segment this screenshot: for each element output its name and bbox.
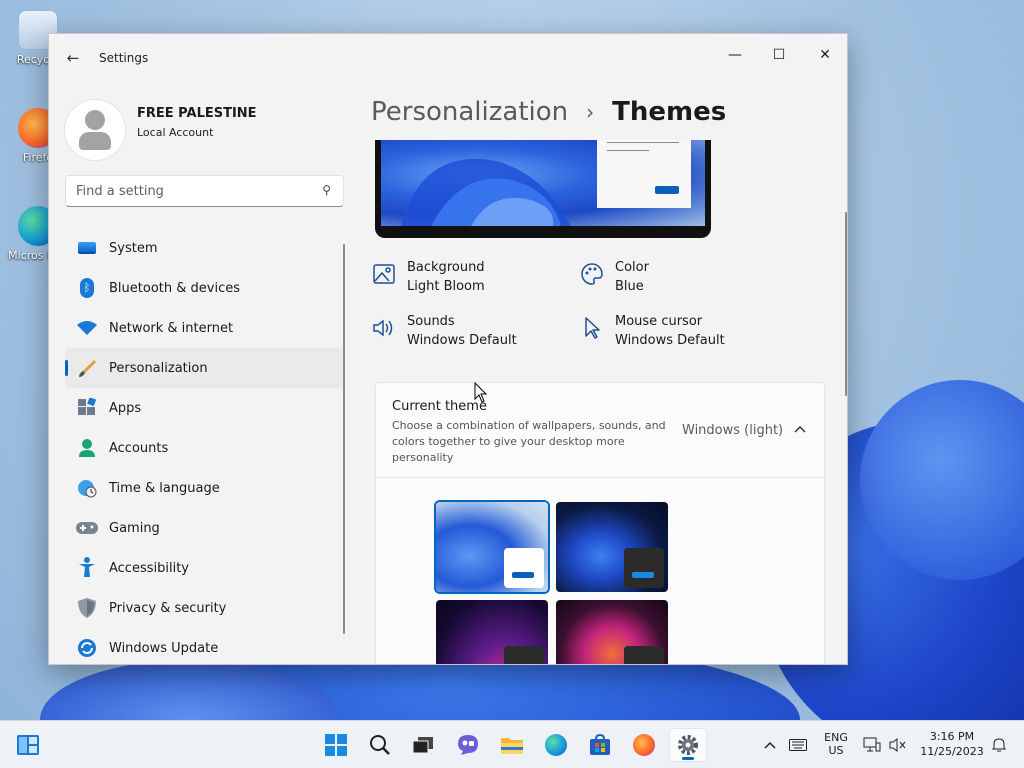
- app-title: Settings: [99, 51, 149, 65]
- edge-button[interactable]: [538, 729, 574, 761]
- sidebar-item-apps[interactable]: Apps: [65, 388, 343, 428]
- widgets-icon: [17, 735, 39, 755]
- speaker-icon: [373, 319, 393, 337]
- breadcrumb: Personalization › Themes: [371, 92, 726, 132]
- sidebar-item-system[interactable]: System: [65, 228, 343, 268]
- theme-thumbnail-windows-dark[interactable]: [556, 502, 668, 592]
- sidebar-item-accessibility[interactable]: Accessibility: [65, 548, 343, 588]
- firefox-icon: [633, 734, 655, 756]
- settings-taskbar-button[interactable]: [670, 729, 706, 761]
- touch-keyboard-button[interactable]: [780, 729, 816, 761]
- task-view-button[interactable]: [405, 729, 441, 761]
- minimize-button[interactable]: —: [713, 40, 757, 70]
- sidebar-scrollbar[interactable]: [343, 244, 345, 634]
- sidebar-item-time-language[interactable]: Time & language: [65, 468, 343, 508]
- gamepad-icon: [76, 522, 98, 534]
- clock[interactable]: 3:16 PM 11/25/2023: [914, 729, 990, 759]
- sidebar-item-network[interactable]: Network & internet: [65, 308, 343, 348]
- user-name: FREE PALESTINE: [137, 106, 257, 121]
- notifications-button[interactable]: [984, 729, 1014, 761]
- maximize-button[interactable]: ☐: [757, 40, 801, 70]
- sidebar-nav: System ᛒ Bluetooth & devices Network & i…: [65, 228, 343, 664]
- chat-button[interactable]: [450, 729, 486, 761]
- keyboard-icon: [789, 739, 807, 751]
- image-icon: [373, 264, 395, 284]
- apps-icon: [78, 398, 97, 415]
- task-view-icon: [412, 737, 433, 754]
- search-box[interactable]: ⚲: [65, 175, 344, 207]
- mouse-cursor-icon: [474, 382, 488, 403]
- preview-window: [597, 140, 691, 208]
- chevron-up-icon[interactable]: [790, 419, 810, 439]
- avatar: [65, 100, 125, 160]
- start-button[interactable]: [318, 729, 354, 761]
- theme-thumbnail-captured-motion[interactable]: [556, 600, 668, 664]
- sidebar-item-gaming[interactable]: Gaming: [65, 508, 343, 548]
- theme-gallery: [375, 478, 825, 664]
- network-icon: [863, 737, 881, 752]
- notification-bell-icon: [991, 738, 1007, 752]
- sidebar-item-privacy[interactable]: Privacy & security: [65, 588, 343, 628]
- chat-icon: [458, 735, 478, 755]
- firefox-button[interactable]: [626, 729, 662, 761]
- back-button[interactable]: ←: [59, 46, 87, 70]
- content-scrollbar[interactable]: [845, 212, 847, 396]
- sidebar-item-windows-update[interactable]: Windows Update: [65, 628, 343, 664]
- store-icon: [590, 734, 610, 755]
- search-button[interactable]: [362, 729, 398, 761]
- arrow-left-icon: ←: [66, 49, 80, 67]
- taskbar: ENG US 3:16 PM 11/25/2023: [0, 720, 1024, 768]
- close-button[interactable]: ✕: [803, 40, 847, 70]
- palette-icon: [581, 263, 603, 285]
- background-setting[interactable]: Background Light Bloom: [371, 260, 571, 304]
- theme-thumbnail-glow[interactable]: [436, 600, 548, 664]
- sidebar-item-bluetooth[interactable]: ᛒ Bluetooth & devices: [65, 268, 343, 308]
- windows-logo-icon: [325, 734, 347, 756]
- page-title: Themes: [612, 97, 727, 127]
- folder-icon: [501, 738, 523, 754]
- account-type: Local Account: [137, 126, 214, 139]
- chevron-up-icon: [764, 741, 776, 749]
- search-icon[interactable]: ⚲: [322, 183, 331, 197]
- title-bar: ← Settings — ☐ ✕: [49, 34, 847, 82]
- bluetooth-icon: ᛒ: [80, 278, 94, 298]
- current-theme-value: Windows (light): [682, 423, 784, 438]
- accessibility-icon: [79, 557, 95, 577]
- update-icon: [78, 639, 96, 657]
- widgets-button[interactable]: [10, 729, 46, 761]
- sounds-setting[interactable]: Sounds Windows Default: [371, 314, 571, 358]
- breadcrumb-parent[interactable]: Personalization: [371, 97, 568, 127]
- current-theme-card[interactable]: Current theme Choose a combination of wa…: [375, 382, 825, 478]
- theme-thumbnail-windows-light[interactable]: [436, 502, 548, 592]
- input-language-indicator[interactable]: ENG US: [818, 731, 854, 757]
- gear-icon: [678, 735, 698, 755]
- edge-icon: [545, 734, 567, 756]
- mouse-pointer-icon: [585, 317, 600, 339]
- brush-icon: [79, 360, 96, 377]
- mouse-cursor-setting[interactable]: Mouse cursor Windows Default: [579, 314, 779, 358]
- profile-card[interactable]: FREE PALESTINE Local Account: [65, 98, 345, 162]
- breadcrumb-separator: ›: [586, 100, 595, 124]
- file-explorer-button[interactable]: [494, 729, 530, 761]
- person-icon: [79, 439, 95, 457]
- store-button[interactable]: [582, 729, 618, 761]
- search-input[interactable]: [76, 182, 306, 200]
- search-icon: [370, 735, 390, 755]
- theme-preview: [375, 140, 711, 238]
- themes-content: Background Light Bloom Color Blue Sounds…: [371, 140, 831, 664]
- shield-icon: [78, 598, 96, 618]
- wifi-icon: [77, 321, 97, 335]
- volume-muted-icon: [889, 738, 906, 752]
- system-icon: [78, 242, 96, 254]
- color-setting[interactable]: Color Blue: [579, 260, 779, 304]
- globe-clock-icon: [78, 480, 97, 498]
- sidebar-item-personalization[interactable]: Personalization: [65, 348, 343, 388]
- volume-button[interactable]: [882, 729, 914, 761]
- sidebar-item-accounts[interactable]: Accounts: [65, 428, 343, 468]
- settings-window: ← Settings — ☐ ✕ FREE PALESTINE Local Ac…: [48, 33, 848, 665]
